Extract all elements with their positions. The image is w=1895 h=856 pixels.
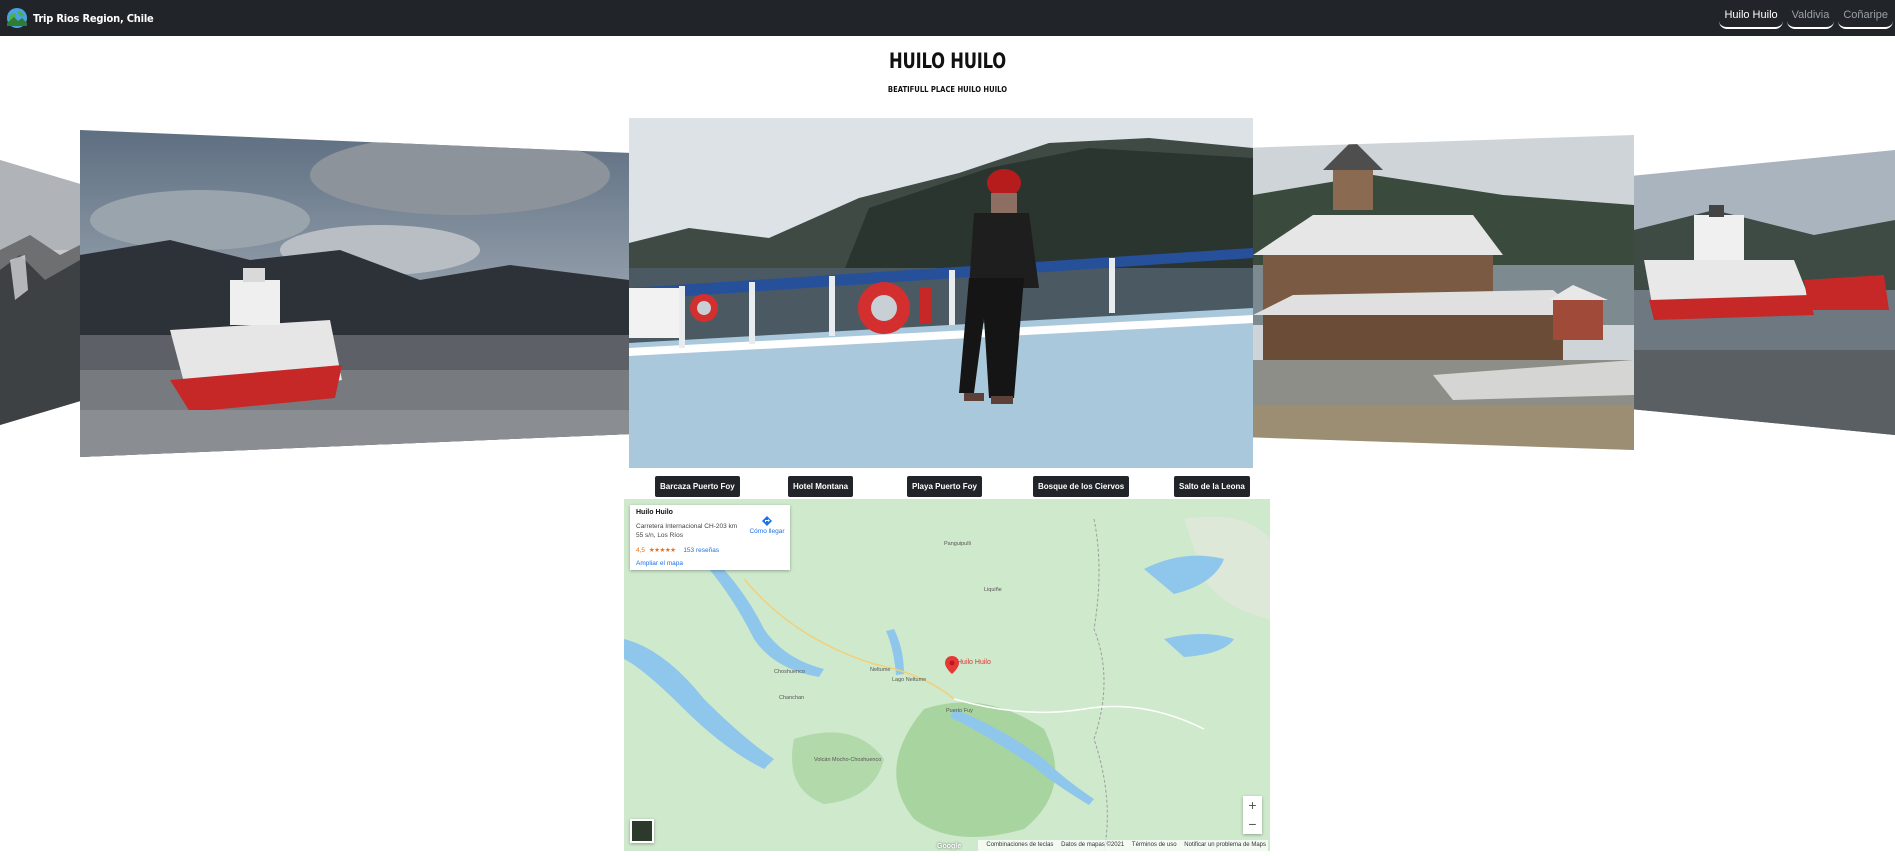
location-button-bosque-de-los-ciervos[interactable]: Bosque de los Ciervos	[1033, 476, 1130, 497]
report-problem-link[interactable]: Notificar un problema de Maps	[1184, 842, 1266, 848]
carousel-slide-active[interactable]	[629, 118, 1253, 468]
zoom-out-button[interactable]: −	[1243, 815, 1262, 834]
place-address: Carretera Internacional CH-203 km 55 s/n…	[636, 523, 738, 539]
rating-value: 4,5	[636, 547, 646, 554]
star-icon: ★★★★★	[648, 547, 676, 554]
map-label: Neltume	[870, 667, 891, 673]
enlarge-map-link[interactable]: Ampliar el mapa	[636, 560, 683, 567]
map-label: Choshuenco	[774, 669, 805, 675]
ferry-lake-photo	[80, 130, 629, 457]
map-label: Liquiñe	[984, 587, 1002, 593]
ferry-dock-photo	[1634, 150, 1895, 435]
page-subtitle: BEATIFULL PLACE HUILO HUILO	[887, 85, 1008, 94]
map-label: Puerto Fuy	[946, 708, 973, 714]
carousel-slide-left[interactable]	[80, 130, 629, 457]
map-label: Lago Neltume	[892, 677, 927, 683]
directions-icon	[762, 516, 772, 526]
nav-link-conaripe[interactable]: Coñaripe	[1838, 3, 1893, 29]
place-info-card: Huilo Huilo Carretera Internacional CH-2…	[630, 505, 790, 570]
location-button-salto-de-la-leona[interactable]: Salto de la Leona	[1174, 476, 1250, 497]
place-rating: 4,5 ★★★★★ 153 reseñas	[636, 546, 719, 554]
directions-button[interactable]: Cómo llegar	[746, 515, 788, 535]
navbar: Trip Rios Region, Chile Huilo Huilo Vald…	[0, 0, 1895, 36]
embedded-map[interactable]: Neltume Puerto Fuy Choshuenco Panguipull…	[624, 499, 1270, 851]
brand-name: Trip Rios Region, Chile	[33, 11, 154, 25]
map-footer: Combinaciones de teclas Datos de mapas ©…	[624, 840, 1270, 851]
brand[interactable]: Trip Rios Region, Chile	[5, 4, 154, 32]
place-name: Huilo Huilo	[636, 509, 673, 516]
nav-link-valdivia[interactable]: Valdivia	[1786, 3, 1835, 29]
reviews-link[interactable]: 153 reseñas	[683, 547, 719, 554]
wooden-house-photo	[1253, 135, 1634, 450]
globe-logo-icon	[7, 8, 27, 28]
map-pin-label[interactable]: Huilo Huilo	[957, 659, 991, 666]
nav-links: Huilo Huilo Valdivia Coñaripe	[1719, 3, 1893, 29]
page-title: HUILO HUILO	[889, 49, 1006, 73]
map-label: Chanchan	[779, 695, 805, 701]
location-button-playa-puerto-foy[interactable]: Playa Puerto Foy	[907, 476, 982, 497]
map-footer-links: Combinaciones de teclas Datos de mapas ©…	[978, 840, 1268, 851]
terms-link[interactable]: Términos de uso	[1132, 842, 1177, 848]
carousel-slide-far-left[interactable]	[0, 160, 80, 425]
zoom-control: + −	[1243, 796, 1262, 834]
keyboard-shortcuts-link[interactable]: Combinaciones de teclas	[986, 842, 1053, 848]
carousel-slide-far-right[interactable]	[1634, 150, 1895, 435]
location-button-barcaza-puerto-foy[interactable]: Barcaza Puerto Foy	[655, 476, 740, 497]
map-label: Volcán Mocho-Choshuenco	[814, 757, 882, 763]
map-data-text: Datos de mapas ©2021	[1061, 842, 1125, 848]
nav-link-huilo-huilo[interactable]: Huilo Huilo	[1719, 3, 1783, 29]
map-label: Panguipulli	[944, 541, 971, 547]
location-button-hotel-montana[interactable]: Hotel Montana	[788, 476, 854, 497]
man-on-ferry-photo	[629, 118, 1253, 468]
zoom-in-button[interactable]: +	[1243, 796, 1262, 815]
directions-label: Cómo llegar	[749, 528, 785, 535]
carousel-slide-right[interactable]	[1253, 135, 1634, 450]
mountain-photo	[0, 160, 80, 425]
